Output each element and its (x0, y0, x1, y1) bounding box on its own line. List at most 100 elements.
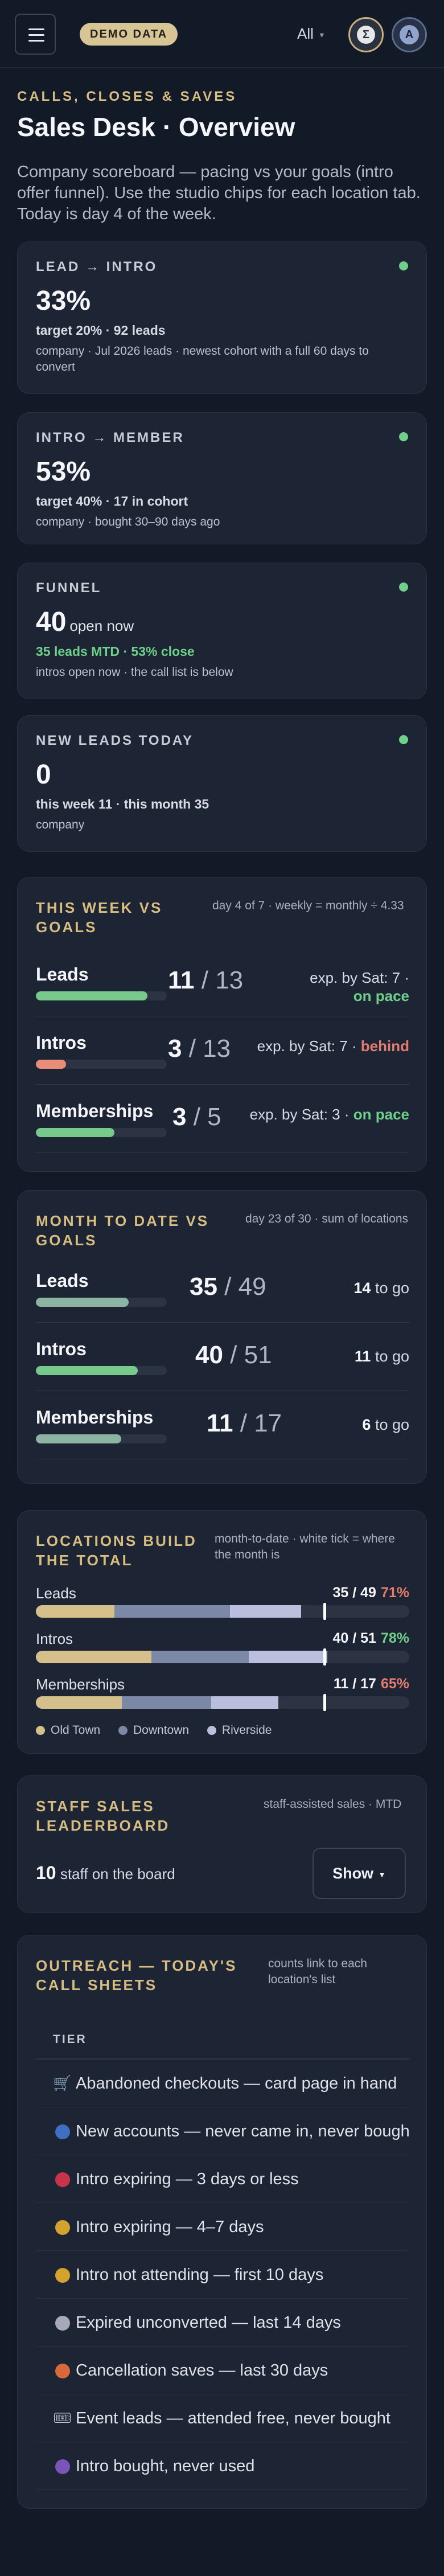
metric-total: 11 / 17 65% (334, 1676, 409, 1692)
riverside-swatch (207, 1726, 216, 1735)
location-filter-select[interactable]: All ▼ (297, 25, 326, 43)
kpi-card-intro-member: INTRO → MEMBER 53% target 40% · 17 in co… (17, 412, 427, 544)
downtown-segment (114, 1605, 230, 1618)
month-goal-row: Memberships 11 / 17 6 to go (36, 1391, 409, 1459)
riverside-segment (249, 1651, 327, 1663)
downtown-swatch (118, 1726, 128, 1735)
status-dot-icon (399, 432, 408, 441)
call-sheet-tier[interactable]: 🎟 Event leads — attended free, never boug… (36, 2394, 409, 2442)
month-position-tick (323, 1603, 326, 1620)
status-dot-icon (399, 583, 408, 592)
page-kicker: CALLS, CLOSES & SAVES (17, 89, 237, 104)
tier-label: Cancellation saves — last 30 days (76, 2361, 328, 2380)
old-town-segment (36, 1696, 122, 1709)
staff-count: 10 staff on the board (36, 1863, 175, 1883)
stacked-bar (36, 1605, 409, 1618)
location-legend: Old Town Downtown Riverside (36, 1724, 286, 1737)
goal-value: 13 (215, 966, 244, 994)
kpi-label: FUNNEL (36, 580, 102, 596)
expectation-text: exp. by Sat: 7 · (257, 1037, 357, 1055)
call-sheet-tier[interactable]: Intro expiring — 3 days or less (36, 2155, 409, 2203)
yellow-dot-icon (55, 2268, 70, 2283)
week-goal-row: Leads 11 / 13 exp. by Sat: 7 · on pace (36, 948, 409, 1016)
actual-vs-goal: 11 / 17 (207, 1409, 282, 1438)
kpi-note: company · Jul 2026 leads · newest cohort… (36, 344, 369, 374)
studio-chip-all[interactable]: Σ (348, 17, 384, 52)
actual-vs-goal: 11 / 13 (168, 966, 243, 995)
call-sheet-tier[interactable]: Intro expiring — 4–7 days (36, 2203, 409, 2251)
metric-label: Memberships (36, 1101, 154, 1121)
menu-button[interactable] (15, 14, 56, 55)
locations-card: LOCATIONS BUILD THE TOTAL month-to-date … (17, 1510, 427, 1754)
kpi-card-new-leads: NEW LEADS TODAY 0 this week 11 · this mo… (17, 715, 427, 852)
top-bar: DEMO DATA All ▼ Σ A (0, 0, 444, 68)
expectation-text: exp. by Sat: 7 · (310, 969, 409, 986)
metric-label: Memberships (36, 1676, 125, 1693)
pace-expectation: exp. by Sat: 7 · on pace (290, 969, 409, 1005)
percent-of-goal: 78% (380, 1630, 409, 1646)
remaining-count: 14 (353, 1279, 371, 1297)
remaining-count: 6 (362, 1416, 371, 1433)
kpi-label: LEAD → INTRO (36, 259, 158, 274)
section-subtitle: month-to-date · white tick = where the m… (215, 1532, 395, 1561)
kpi-target: target 40% · 17 in cohort (36, 494, 188, 508)
tier-label: Event leads — attended free, never bough… (76, 2409, 390, 2427)
show-leaderboard-button[interactable]: Show ▼ (313, 1848, 406, 1899)
tier-label: Intro bought, never used (76, 2457, 255, 2475)
remaining-to-go: 11 to go (355, 1348, 409, 1365)
metric-label: Intros (36, 1630, 73, 1647)
week-goals-card: THIS WEEK VS GOALS day 4 of 7 · weekly =… (17, 877, 427, 1172)
kpi-note: intros open now · the call list is below (36, 666, 233, 679)
leaderboard-card: STAFF SALES LEADERBOARD staff-assisted s… (17, 1775, 427, 1913)
section-subtitle: counts link to each location's list (268, 1957, 367, 1986)
kpi-card-funnel: FUNNEL 40 open now 35 leads MTD · 53% clo… (17, 563, 427, 699)
kpi-label: INTRO → MEMBER (36, 430, 184, 445)
yellow-dot-icon (55, 2220, 70, 2235)
ticket-icon: 🎟 (53, 2409, 72, 2426)
progress-track (36, 1298, 167, 1307)
location-build-row: Memberships 11 / 17 65% (36, 1672, 409, 1720)
section-subtitle: staff-assisted sales · MTD (264, 1798, 402, 1811)
actual-value: 35 (190, 1273, 217, 1301)
stacked-bar (36, 1696, 409, 1709)
percent-of-goal: 65% (380, 1676, 409, 1692)
pace-status: behind (360, 1037, 409, 1055)
outreach-card: OUTREACH — TODAY'S CALL SHEETS counts li… (17, 1935, 427, 2509)
call-sheet-tier[interactable]: Intro bought, never used (36, 2442, 409, 2490)
legend-item: Downtown (118, 1724, 189, 1737)
progress-fill (36, 1298, 129, 1307)
actual-vs-goal: 35 / 49 (190, 1273, 266, 1301)
legend-item: Riverside (207, 1724, 272, 1737)
downtown-segment (151, 1651, 249, 1663)
tier-label: New accounts — never came in, never boug… (76, 2122, 409, 2140)
location-build-row: Leads 35 / 49 71% (36, 1581, 409, 1629)
actual-value: 3 (168, 1035, 182, 1063)
total-value: 35 / 49 (332, 1585, 376, 1601)
downtown-segment (122, 1696, 211, 1709)
progress-track (36, 1434, 167, 1443)
remaining-to-go: 6 to go (362, 1416, 409, 1434)
month-position-tick (323, 1694, 326, 1711)
progress-track (36, 1366, 167, 1375)
goal-value: 51 (244, 1341, 272, 1369)
tier-column-header: TIER (36, 2020, 409, 2060)
actual-vs-goal: 3 / 5 (172, 1103, 221, 1131)
status-dot-icon (399, 261, 408, 270)
call-sheet-tier[interactable]: New accounts — never came in, never boug… (36, 2107, 409, 2155)
kpi-target: target 20% · 92 leads (36, 323, 166, 338)
metric-total: 40 / 51 78% (333, 1630, 410, 1647)
kpi-value: 40 open now (36, 607, 134, 637)
remaining-to-go: 14 to go (353, 1279, 409, 1297)
call-sheet-tier[interactable]: Cancellation saves — last 30 days (36, 2347, 409, 2394)
call-sheet-tier[interactable]: Expired unconverted — last 14 days (36, 2299, 409, 2347)
tier-label: Intro expiring — 4–7 days (76, 2218, 264, 2236)
tier-label: Intro expiring — 3 days or less (76, 2170, 299, 2188)
call-sheet-tier[interactable]: 🛒 Abandoned checkouts — card page in hand (36, 2060, 409, 2107)
avatar[interactable]: A (392, 17, 427, 52)
separator: / (223, 1341, 244, 1369)
metric-label: Intros (36, 1339, 87, 1359)
purple-dot-icon (55, 2459, 70, 2474)
total-value: 11 / 17 (333, 1676, 376, 1692)
call-sheet-tier[interactable]: Intro not attending — first 10 days (36, 2251, 409, 2299)
goal-value: 13 (203, 1035, 231, 1063)
